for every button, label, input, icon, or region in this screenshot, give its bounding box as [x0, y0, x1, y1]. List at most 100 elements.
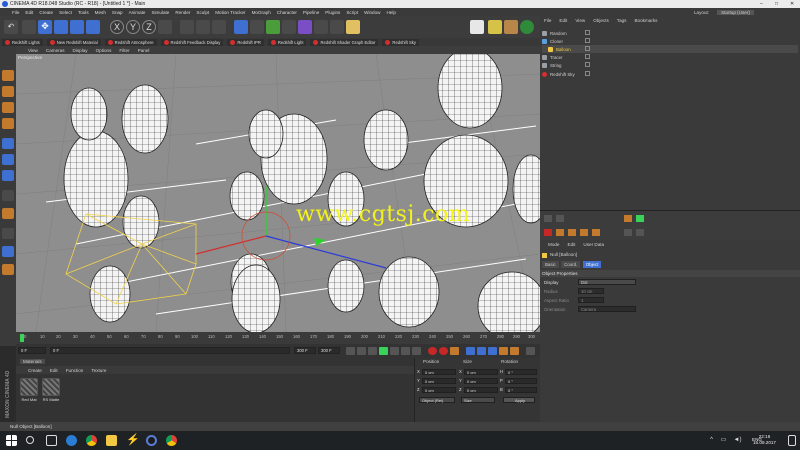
- move-tool-icon[interactable]: ✥: [38, 20, 52, 34]
- layout-value[interactable]: Startup (User): [717, 9, 754, 15]
- materials-tab[interactable]: Materials: [20, 359, 45, 364]
- texture-mode-icon[interactable]: [2, 102, 14, 113]
- attribute-menu-user-data[interactable]: User Data: [583, 242, 604, 247]
- edge-browser-icon[interactable]: [66, 435, 77, 446]
- viewport-menu-panel[interactable]: Panel: [138, 48, 150, 53]
- recent-tool-icon[interactable]: [86, 20, 100, 34]
- chevron-up-icon[interactable]: ^: [706, 435, 717, 446]
- object-menu-file[interactable]: File: [544, 18, 551, 23]
- object-menu-bookmarks[interactable]: Bookmarks: [634, 18, 657, 23]
- tool-icon[interactable]: [544, 229, 552, 236]
- rot-p-field[interactable]: 0 °: [505, 378, 537, 384]
- tool-icon[interactable]: [544, 215, 552, 222]
- axis-mode-icon[interactable]: [2, 190, 14, 201]
- perspective-viewport[interactable]: Perspective www.cgtsj.com: [16, 54, 540, 332]
- end-frame-field[interactable]: 300 F: [294, 347, 316, 354]
- x-axis-lock-icon[interactable]: X: [110, 20, 124, 34]
- layout-selector[interactable]: Layout: Startup (User): [690, 8, 800, 16]
- camera-icon[interactable]: [330, 20, 344, 34]
- tool-icon[interactable]: [624, 215, 632, 222]
- tab-basic[interactable]: Basic: [542, 261, 559, 268]
- menu-pipeline[interactable]: Pipeline: [303, 10, 319, 15]
- menu-render[interactable]: Render: [175, 10, 190, 15]
- menu-mesh[interactable]: Mesh: [95, 10, 106, 15]
- pos-y-field[interactable]: 0 cm: [422, 378, 456, 384]
- new-redshift-material-button[interactable]: New Redshift Material: [46, 38, 101, 46]
- chrome-icon[interactable]: [86, 435, 97, 446]
- maximize-button[interactable]: □: [775, 1, 778, 7]
- current-frame-field[interactable]: 0 F: [50, 347, 290, 354]
- menu-simulate[interactable]: Simulate: [151, 10, 169, 15]
- play-icon[interactable]: [379, 347, 388, 355]
- undo-icon[interactable]: ↶: [4, 20, 18, 34]
- material-swatch-red-mat[interactable]: [20, 378, 38, 396]
- pla-key-icon[interactable]: [510, 347, 519, 355]
- radius-field[interactable]: 10 cm: [578, 288, 604, 294]
- scale-key-icon[interactable]: [477, 347, 486, 355]
- deformer-icon[interactable]: [298, 20, 312, 34]
- viewport-menu-view[interactable]: View: [28, 48, 38, 53]
- tool-icon[interactable]: [580, 229, 588, 236]
- visibility-toggle[interactable]: [585, 46, 590, 51]
- flower-icon[interactable]: [488, 20, 502, 34]
- task-view-icon[interactable]: [46, 435, 57, 446]
- pos-z-field[interactable]: 0 cm: [422, 387, 456, 393]
- volume-icon[interactable]: ◄): [732, 435, 743, 446]
- model-mode-icon[interactable]: [2, 86, 14, 97]
- menu-file[interactable]: File: [12, 10, 19, 15]
- apply-button[interactable]: Apply: [503, 397, 535, 403]
- redshift-lights-button[interactable]: Redshift Lights: [2, 38, 43, 46]
- light-icon[interactable]: [346, 20, 360, 34]
- menu-snap[interactable]: Snap: [112, 10, 123, 15]
- tweak-mode-icon[interactable]: [2, 208, 14, 219]
- menu-mograph[interactable]: MoGraph: [252, 10, 271, 15]
- render-picture-viewer-icon[interactable]: [196, 20, 210, 34]
- visibility-toggle[interactable]: [585, 54, 590, 59]
- material-swatch-rs-matte[interactable]: [42, 378, 60, 396]
- make-editable-icon[interactable]: [2, 70, 14, 81]
- aspect-ratio-field[interactable]: 1: [578, 297, 604, 303]
- coordinate-system-icon[interactable]: [158, 20, 172, 34]
- coordinate-mode-select[interactable]: Object (Rel): [419, 397, 455, 403]
- windows-start-icon[interactable]: [6, 435, 17, 446]
- cloner-icon[interactable]: [282, 20, 296, 34]
- menu-animate[interactable]: Animate: [129, 10, 146, 15]
- next-key-icon[interactable]: [401, 347, 410, 355]
- pen-spline-icon[interactable]: [250, 20, 264, 34]
- cube-object-icon[interactable]: [234, 20, 248, 34]
- tool-icon[interactable]: [556, 215, 564, 222]
- visibility-toggle[interactable]: [585, 71, 590, 76]
- menu-plugins[interactable]: Plugins: [325, 10, 340, 15]
- tool-icon[interactable]: [624, 229, 632, 236]
- start-frame-field[interactable]: 0 F: [18, 347, 46, 354]
- record-icon[interactable]: [428, 347, 437, 355]
- redshift-ipr-button[interactable]: Redshift IPR: [227, 38, 264, 46]
- go-to-end-icon[interactable]: [412, 347, 421, 355]
- preview-end-field[interactable]: 300 F: [318, 347, 340, 354]
- cloud-icon[interactable]: [470, 20, 484, 34]
- prev-key-icon[interactable]: [357, 347, 366, 355]
- cinema4d-app-icon[interactable]: [146, 435, 157, 446]
- object-row-random[interactable]: Random: [542, 29, 798, 37]
- pos-x-field[interactable]: 0 cm: [422, 369, 456, 375]
- tool-icon[interactable]: [636, 215, 644, 222]
- material-menu-edit[interactable]: Edit: [50, 368, 58, 373]
- size-x-field[interactable]: 0 cm: [464, 369, 498, 375]
- redshift-sky-button[interactable]: Redshift Sky: [382, 38, 419, 46]
- menu-edit[interactable]: Edit: [25, 10, 33, 15]
- scale-tool-icon[interactable]: [54, 20, 68, 34]
- visibility-toggle[interactable]: [585, 62, 590, 67]
- menu-tools[interactable]: Tools: [78, 10, 89, 15]
- menu-window[interactable]: Window: [364, 10, 380, 15]
- next-frame-icon[interactable]: [390, 347, 399, 355]
- workplane-lock-icon[interactable]: [2, 246, 14, 257]
- object-row-cloner[interactable]: Cloner: [542, 37, 798, 45]
- menu-select[interactable]: Select: [59, 10, 72, 15]
- workplane-icon[interactable]: [2, 118, 14, 129]
- edges-mode-icon[interactable]: [2, 154, 14, 165]
- object-row-redshift-sky[interactable]: Redshift Sky: [542, 70, 798, 78]
- network-icon[interactable]: ▭: [718, 435, 729, 446]
- box-package-icon[interactable]: [504, 20, 518, 34]
- object-menu-view[interactable]: View: [575, 18, 585, 23]
- move-key-icon[interactable]: [466, 347, 475, 355]
